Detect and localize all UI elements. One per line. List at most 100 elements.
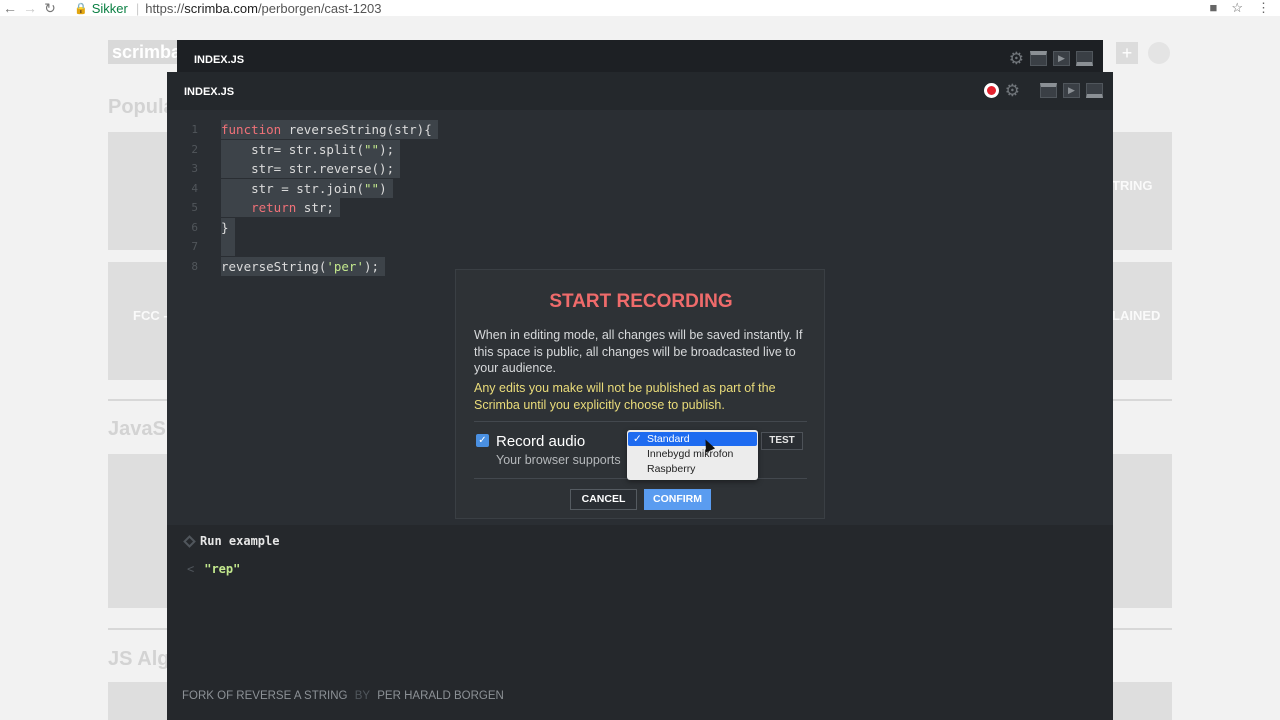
code-line-content: reverseString('per'); [221,256,386,276]
line-number: 5 [191,201,198,215]
star-icon[interactable]: ☆ [1231,0,1243,16]
section-heading-popular: Popula [108,96,175,118]
console-output: < "rep" [187,562,240,576]
line-number: 3 [191,162,198,176]
start-recording-dialog: START RECORDING When in editing mode, al… [455,269,825,519]
code-token: str = str.join( [221,180,364,196]
lock-icon: 🔒 [74,2,88,15]
gear-icon[interactable]: ⚙ [1009,50,1024,67]
code-line[interactable]: 3 str= str.reverse(); [167,159,401,179]
line-number: 1 [191,123,198,137]
play-icon[interactable]: ▶ [1063,83,1080,98]
course-card[interactable]: LAINED [1112,262,1172,380]
back-arrow-icon[interactable]: ← [0,0,20,16]
test-button[interactable]: TEST [761,432,803,450]
url-separator: | [135,0,140,16]
secure-label: Sikker [91,0,128,16]
layout-top-icon[interactable] [1030,51,1047,66]
record-audio-checkbox[interactable]: ✓ [476,434,489,447]
code-token: return [251,200,297,216]
course-card[interactable] [108,682,168,720]
course-card[interactable] [108,454,168,608]
code-line[interactable]: 4 str = str.join("") [167,178,393,199]
fork-link[interactable]: FORK OF REVERSE A STRING [182,690,348,702]
dropdown-option-label: Innebygd mikrofon [647,448,734,460]
camera-icon[interactable]: ■ [1209,0,1217,16]
run-example-button[interactable]: Run example [183,534,279,548]
code-token: function [221,122,282,138]
course-card[interactable]: TRING [1112,132,1172,250]
site-logo[interactable]: scrimba [108,40,181,64]
course-card-title: FCC - [133,308,168,323]
code-line-content: str= str.split(""); [221,139,401,159]
avatar[interactable] [1148,42,1170,64]
code-line-content: } [221,217,235,237]
layout-bottom-icon[interactable] [1076,51,1093,66]
dropdown-option-label: Raspberry [647,463,696,475]
layout-top-icon[interactable] [1040,83,1057,98]
code-line[interactable]: 1 function reverseString(str){ [167,120,438,140]
section-heading-js-algorithms: JS Alg [108,648,170,670]
code-line-content: function reverseString(str){ [221,120,438,140]
microphone-select-dropdown[interactable]: ✓ Standard Innebygd mikrofon Raspberry [627,430,758,480]
menu-dots-icon[interactable]: ⋮ [1257,0,1270,16]
code-line[interactable]: 2 str= str.split(""); [167,139,401,160]
code-line[interactable]: 5 return str; [167,198,340,218]
url-host: scrimba.com [184,0,258,16]
reload-icon[interactable]: ↻ [40,0,60,16]
cancel-button[interactable]: CANCEL [570,489,637,510]
course-card[interactable] [1112,454,1172,608]
course-card[interactable] [1112,682,1172,720]
play-icon[interactable]: ▶ [1053,51,1070,66]
dropdown-option[interactable]: Raspberry [628,462,757,476]
gear-icon[interactable]: ⚙ [1005,82,1020,99]
dropdown-option-label: Standard [647,433,690,445]
file-tab-title[interactable]: INDEX.JS [184,86,234,98]
course-card[interactable] [108,132,168,250]
diamond-icon [183,534,196,548]
layout-bottom-icon[interactable] [1086,83,1103,98]
plus-icon[interactable]: + [1116,42,1138,64]
code-line-content: str= str.reverse(); [221,159,401,179]
dialog-description: When in editing mode, all changes will b… [474,328,803,375]
code-token: str= str.split( [221,141,364,157]
line-number: 7 [191,240,198,254]
footer-by: BY [354,690,371,702]
check-icon: ✓ [633,433,642,445]
code-token: ) [379,180,387,196]
output-value: "rep" [204,562,241,576]
background-editor-title: INDEX.JS [194,54,245,66]
course-card[interactable]: FCC - [108,262,168,380]
line-number: 4 [191,181,198,195]
code-token: "" [364,141,380,157]
code-line-content [221,237,235,257]
code-line-content: return str; [221,198,340,218]
record-icon[interactable] [983,83,999,98]
code-token: str; [296,200,334,216]
output-caret-icon: < [187,562,195,576]
record-audio-label[interactable]: Record audio [496,433,585,450]
url-prefix: https:// [145,0,185,16]
dropdown-option[interactable]: Innebygd mikrofon [628,447,757,461]
address-bar[interactable]: https://scrimba.com/perborgen/cast-1203 [145,1,381,16]
code-line[interactable]: 6} [167,217,235,238]
code-token: str= str.reverse(); [221,161,395,177]
dropdown-option[interactable]: ✓ Standard [628,432,757,446]
code-token: 'per' [326,258,364,274]
forward-arrow-icon[interactable]: → [20,0,40,16]
browser-toolbar: ← → ↻ 🔒 Sikker | https://scrimba.com/per… [0,0,1280,16]
code-token: "" [364,180,380,196]
code-token: } [221,219,229,235]
editor-footer: FORK OF REVERSE A STRING BY PER HARALD B… [182,690,504,702]
code-line[interactable]: 8 reverseString('per'); [167,256,386,277]
code-line-content: str = str.join("") [221,178,393,198]
author-link[interactable]: PER HARALD BORGEN [377,690,504,702]
dialog-title: START RECORDING [549,291,733,312]
code-line[interactable]: 7 [167,237,235,257]
confirm-button[interactable]: CONFIRM [644,489,711,510]
line-number: 8 [191,259,198,273]
browser-support-text: Your browser supports [496,453,621,467]
editor-header: INDEX.JS ⚙ ▶ [167,72,1113,110]
